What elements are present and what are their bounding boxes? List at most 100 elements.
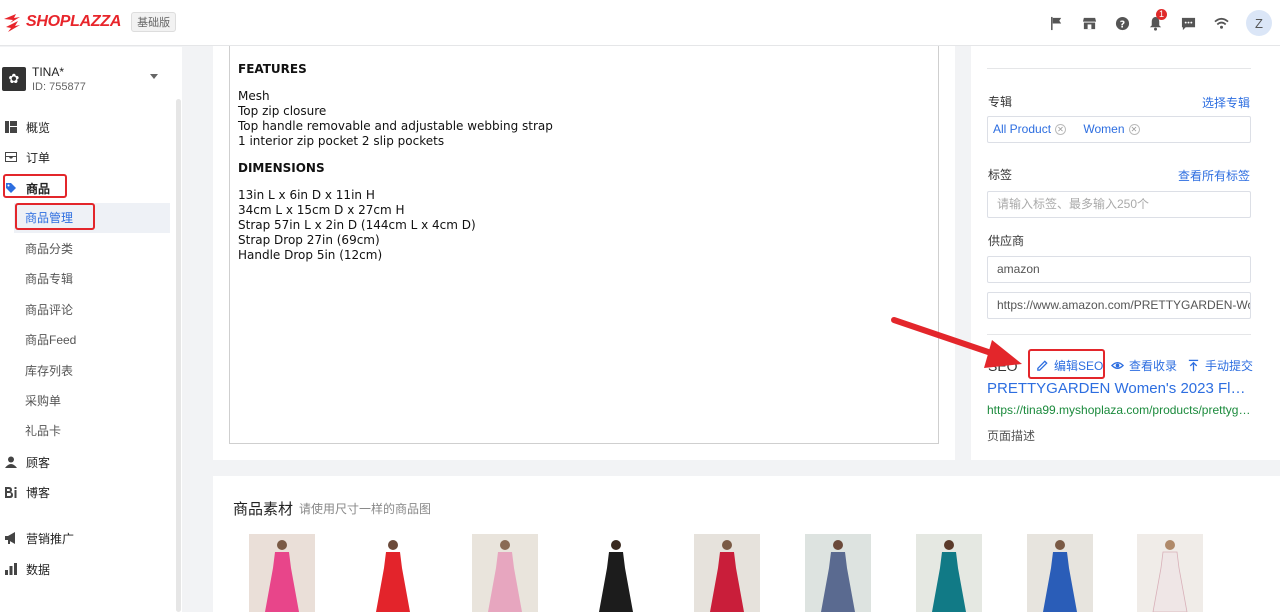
materials-hint: 请使用尺寸一样的商品图 [299, 502, 432, 516]
sidebar-subitem-categories[interactable]: 商品分类 [25, 238, 73, 260]
upload-icon [1188, 359, 1199, 372]
dimensions-line: 34cm L x 15cm D x 27cm H [238, 203, 405, 217]
sidebar-item-orders[interactable]: 订单 [0, 146, 50, 168]
sidebar-subitem-purchase-orders[interactable]: 采购单 [25, 390, 61, 412]
sidebar-item-label: 数据 [26, 562, 51, 577]
megaphone-icon [4, 531, 18, 545]
help-icon[interactable]: ? [1106, 0, 1139, 46]
top-bar: SHOPLAZZA 基础版 ? 1 Z [0, 0, 1280, 46]
sidebar-item-label: 博客 [26, 485, 51, 500]
product-image-thumb[interactable] [805, 534, 871, 612]
annotation-arrow-icon [891, 317, 1022, 368]
collection-tag-label: All Product [993, 122, 1052, 136]
dress-image-icon [376, 540, 410, 612]
sidebar-item-marketing[interactable]: 营销推广 [0, 527, 74, 549]
sidebar-item-customers[interactable]: 顾客 [0, 451, 50, 473]
description-editor[interactable]: FEATURES Mesh Top zip closure Top handle… [229, 46, 939, 444]
seo-preview-url: https://tina99.myshoplaza.com/products/p… [987, 403, 1252, 417]
product-image-thumb[interactable] [583, 534, 649, 612]
sidebar-item-label: 概览 [26, 120, 51, 135]
tags-input[interactable]: 请输入标签、最多输入250个 [987, 191, 1251, 218]
view-all-tags-link[interactable]: 查看所有标签 [1178, 167, 1250, 184]
product-image-thumb[interactable] [472, 534, 538, 612]
blog-icon [4, 485, 18, 499]
sidebar-item-overview[interactable]: 概览 [0, 116, 50, 138]
features-line: 1 interior zip pocket 2 slip pockets [238, 134, 445, 148]
sidebar-item-label: 订单 [26, 150, 51, 165]
dress-image-icon [710, 540, 744, 612]
view-index-button[interactable]: 查看收录 [1111, 357, 1177, 374]
sidebar-subitem-collections[interactable]: 商品专辑 [25, 268, 73, 290]
seo-preview-description: 页面描述 [987, 429, 1036, 443]
wifi-icon[interactable] [1205, 0, 1238, 46]
vendor-label: 供应商 [988, 234, 1025, 248]
collections-label: 专辑 [988, 95, 1013, 109]
features-line: Top handle removable and adjustable webb… [238, 119, 553, 133]
dimensions-heading: DIMENSIONS [238, 161, 325, 175]
logo-text: SHOPLAZZA [26, 13, 122, 30]
highlight-product-management [15, 203, 95, 230]
collection-tag: All Product ✕ [993, 117, 1067, 142]
divider [987, 68, 1251, 69]
user-avatar[interactable]: Z [1246, 10, 1272, 36]
collection-tag: Women ✕ [1083, 117, 1140, 142]
dress-image-icon [1152, 540, 1188, 612]
logo[interactable]: SHOPLAZZA 基础版 [2, 11, 177, 33]
seo-preview-title[interactable]: PRETTYGARDEN Women's 2023 Floral Summer … [987, 380, 1252, 397]
product-image-thumb[interactable] [916, 534, 982, 612]
manual-submit-button[interactable]: 手动提交 [1187, 357, 1253, 374]
product-image-thumb[interactable] [1137, 534, 1203, 612]
sidebar-scrollbar[interactable] [176, 99, 181, 612]
dress-image-icon [265, 540, 299, 612]
dimensions-line: Strap 57in L x 2in D (144cm L x 4cm D) [238, 218, 476, 232]
chevron-down-icon[interactable] [150, 74, 158, 79]
sidebar-subitem-gift-cards[interactable]: 礼品卡 [25, 420, 61, 442]
store-name: TINA* [32, 65, 65, 79]
bar-chart-icon [4, 562, 18, 576]
tags-label: 标签 [988, 168, 1013, 182]
sidebar-subitem-reviews[interactable]: 商品评论 [25, 299, 73, 321]
vendor-input[interactable]: amazon [987, 256, 1251, 283]
sidebar-item-label: 营销推广 [26, 531, 75, 546]
dress-image-icon [1043, 540, 1077, 612]
select-collections-link[interactable]: 选择专辑 [1202, 94, 1250, 111]
bell-icon[interactable]: 1 [1139, 0, 1172, 46]
remove-tag-icon[interactable]: ✕ [1128, 124, 1140, 135]
product-image-thumb[interactable] [249, 534, 315, 612]
materials-title: 商品素材 [233, 501, 294, 518]
sidebar-subitem-inventory[interactable]: 库存列表 [25, 360, 73, 382]
flag-icon[interactable] [1040, 0, 1073, 46]
plan-badge: 基础版 [131, 12, 177, 32]
remove-tag-icon[interactable]: ✕ [1055, 124, 1067, 135]
svg-text:?: ? [1120, 19, 1125, 30]
product-image-thumb[interactable] [694, 534, 760, 612]
highlight-edit-seo [1028, 349, 1105, 379]
person-icon [4, 455, 18, 469]
product-image-thumb[interactable] [1027, 534, 1093, 612]
chat-icon[interactable] [1172, 0, 1205, 46]
features-heading: FEATURES [238, 62, 307, 76]
manual-submit-label: 手动提交 [1205, 359, 1254, 373]
store-id: ID: 755877 [32, 81, 86, 93]
store-switcher[interactable]: ✿ TINA* ID: 755877 [2, 65, 172, 93]
dimensions-line: Strap Drop 27in (69cm) [238, 233, 380, 247]
collection-tag-label: Women [1083, 122, 1125, 136]
dress-image-icon [932, 540, 966, 612]
store-logo-icon: ✿ [2, 67, 26, 91]
features-line: Top zip closure [238, 104, 327, 118]
store-icon[interactable] [1073, 0, 1106, 46]
dress-image-icon [821, 540, 855, 612]
eye-icon [1111, 362, 1124, 369]
sidebar-subitem-feed[interactable]: 商品Feed [25, 329, 76, 351]
highlight-products [3, 174, 67, 198]
sidebar-item-data[interactable]: 数据 [0, 558, 50, 580]
dress-image-icon [599, 540, 633, 612]
features-line: Mesh [238, 89, 270, 103]
sidebar-item-label: 顾客 [26, 455, 51, 470]
dashboard-icon [4, 120, 18, 134]
product-image-thumb[interactable] [360, 534, 426, 612]
dimensions-line: Handle Drop 5in (12cm) [238, 248, 383, 262]
collections-field[interactable]: All Product ✕ Women ✕ [987, 116, 1251, 143]
dress-image-icon [488, 540, 522, 612]
sidebar-item-blog[interactable]: 博客 [0, 481, 50, 503]
